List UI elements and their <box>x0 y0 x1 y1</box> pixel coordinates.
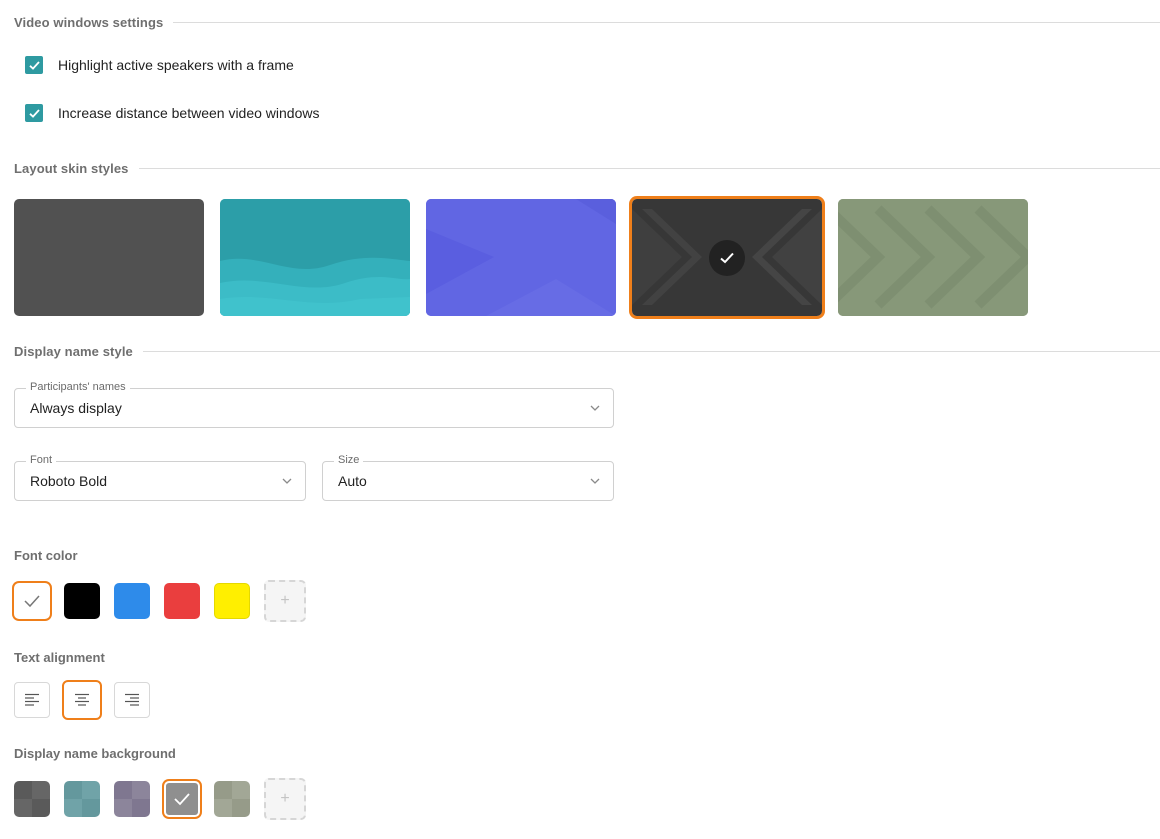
selected-check-badge <box>709 239 745 276</box>
highlight-speakers-checkbox-row[interactable]: Highlight active speakers with a frame <box>25 56 294 74</box>
participants-names-legend: Participants' names <box>26 381 130 393</box>
layout-skins-section-title: Layout skin styles <box>14 161 1160 176</box>
check-icon <box>28 60 40 70</box>
purple-geometric-pattern <box>426 199 616 316</box>
increase-distance-checkbox-row[interactable]: Increase distance between video windows <box>25 104 320 122</box>
name-bg-teal-swatch[interactable] <box>64 781 100 817</box>
check-icon <box>28 108 40 118</box>
layout-skins-title-text: Layout skin styles <box>14 161 129 176</box>
check-icon <box>720 252 734 263</box>
display-name-background-label: Display name background <box>14 746 176 761</box>
align-right-icon <box>125 693 139 706</box>
section-divider <box>173 22 1160 23</box>
size-value: Auto <box>338 473 367 489</box>
section-divider <box>142 351 1160 352</box>
skin-olive-chevrons[interactable] <box>838 199 1028 316</box>
chevron-down-icon <box>590 478 600 484</box>
font-color-label: Font color <box>14 548 78 563</box>
name-bg-purple-swatch[interactable] <box>114 781 150 817</box>
highlight-speakers-label: Highlight active speakers with a frame <box>58 57 294 73</box>
display-name-style-section-title: Display name style <box>14 344 1160 359</box>
align-left-icon <box>25 693 39 706</box>
font-value: Roboto Bold <box>30 473 108 489</box>
font-color-black-swatch[interactable] <box>64 583 100 619</box>
increase-distance-label: Increase distance between video windows <box>58 105 320 121</box>
add-name-background-button[interactable]: + <box>264 778 306 820</box>
align-left-button[interactable] <box>14 682 50 718</box>
chevron-down-icon <box>282 478 292 484</box>
font-color-blue-swatch[interactable] <box>114 583 150 619</box>
skin-dark-gray[interactable] <box>14 199 204 316</box>
skin-purple-geometric[interactable] <box>426 199 616 316</box>
video-windows-title-text: Video windows settings <box>14 15 164 30</box>
name-bg-dark-gray-swatch[interactable] <box>14 781 50 817</box>
add-font-color-button[interactable]: + <box>264 580 306 622</box>
font-select[interactable]: Font Roboto Bold <box>14 454 306 501</box>
olive-chevrons-pattern <box>838 199 1028 316</box>
plus-icon: + <box>280 790 290 807</box>
chevron-down-icon <box>590 405 600 411</box>
size-select[interactable]: Size Auto <box>322 454 614 501</box>
font-color-yellow-swatch[interactable] <box>214 583 250 619</box>
check-icon <box>24 595 40 608</box>
text-alignment-label: Text alignment <box>14 650 105 665</box>
video-windows-section-title: Video windows settings <box>14 15 1160 30</box>
size-legend: Size <box>334 454 364 466</box>
skin-teal-waves[interactable] <box>220 199 410 316</box>
plus-icon: + <box>280 592 290 609</box>
align-center-icon <box>75 693 89 706</box>
display-name-style-title-text: Display name style <box>14 344 133 359</box>
font-color-red-swatch[interactable] <box>164 583 200 619</box>
check-icon <box>174 793 190 806</box>
name-bg-olive-swatch[interactable] <box>214 781 250 817</box>
align-right-button[interactable] <box>114 682 150 718</box>
align-center-button[interactable] <box>62 680 102 720</box>
name-bg-gray-swatch[interactable] <box>164 781 200 817</box>
participants-names-select[interactable]: Participants' names Always display <box>14 381 614 428</box>
skin-dark-chevrons[interactable] <box>632 199 822 316</box>
participants-names-value: Always display <box>30 400 122 416</box>
font-color-white-swatch[interactable] <box>14 583 50 619</box>
section-divider <box>138 168 1160 169</box>
font-legend: Font <box>26 454 57 466</box>
teal-waves-pattern <box>220 199 410 316</box>
highlight-speakers-checkbox[interactable] <box>25 56 43 74</box>
increase-distance-checkbox[interactable] <box>25 104 43 122</box>
